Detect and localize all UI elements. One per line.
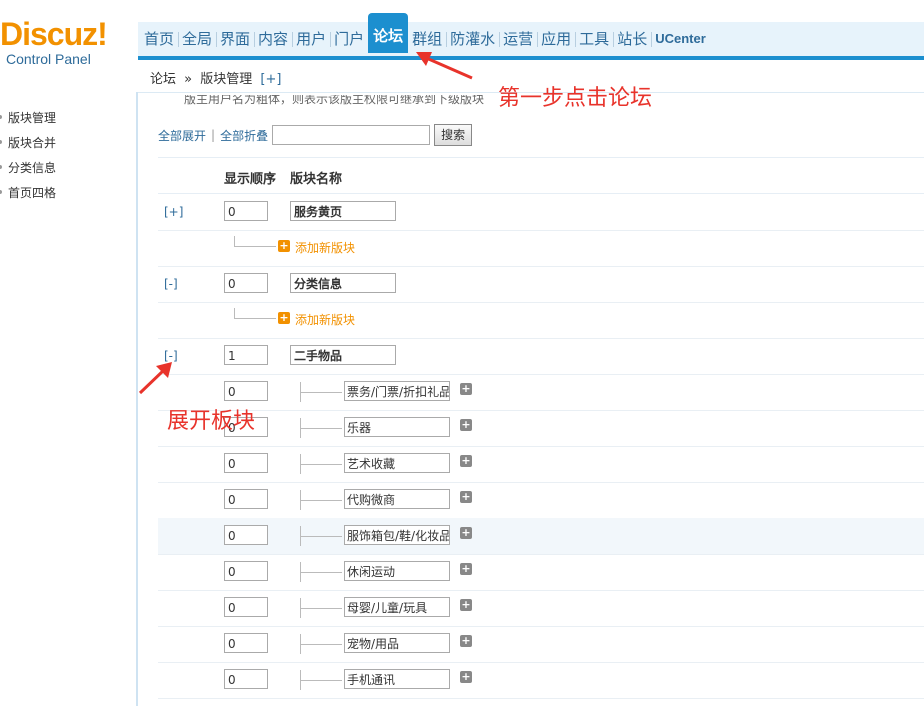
annotation-expand: 展开板块	[167, 409, 256, 434]
arrow-to-forum-tab	[416, 52, 473, 80]
arrow-to-expand-toggle	[138, 362, 172, 395]
annotation-arrows	[138, 52, 473, 395]
